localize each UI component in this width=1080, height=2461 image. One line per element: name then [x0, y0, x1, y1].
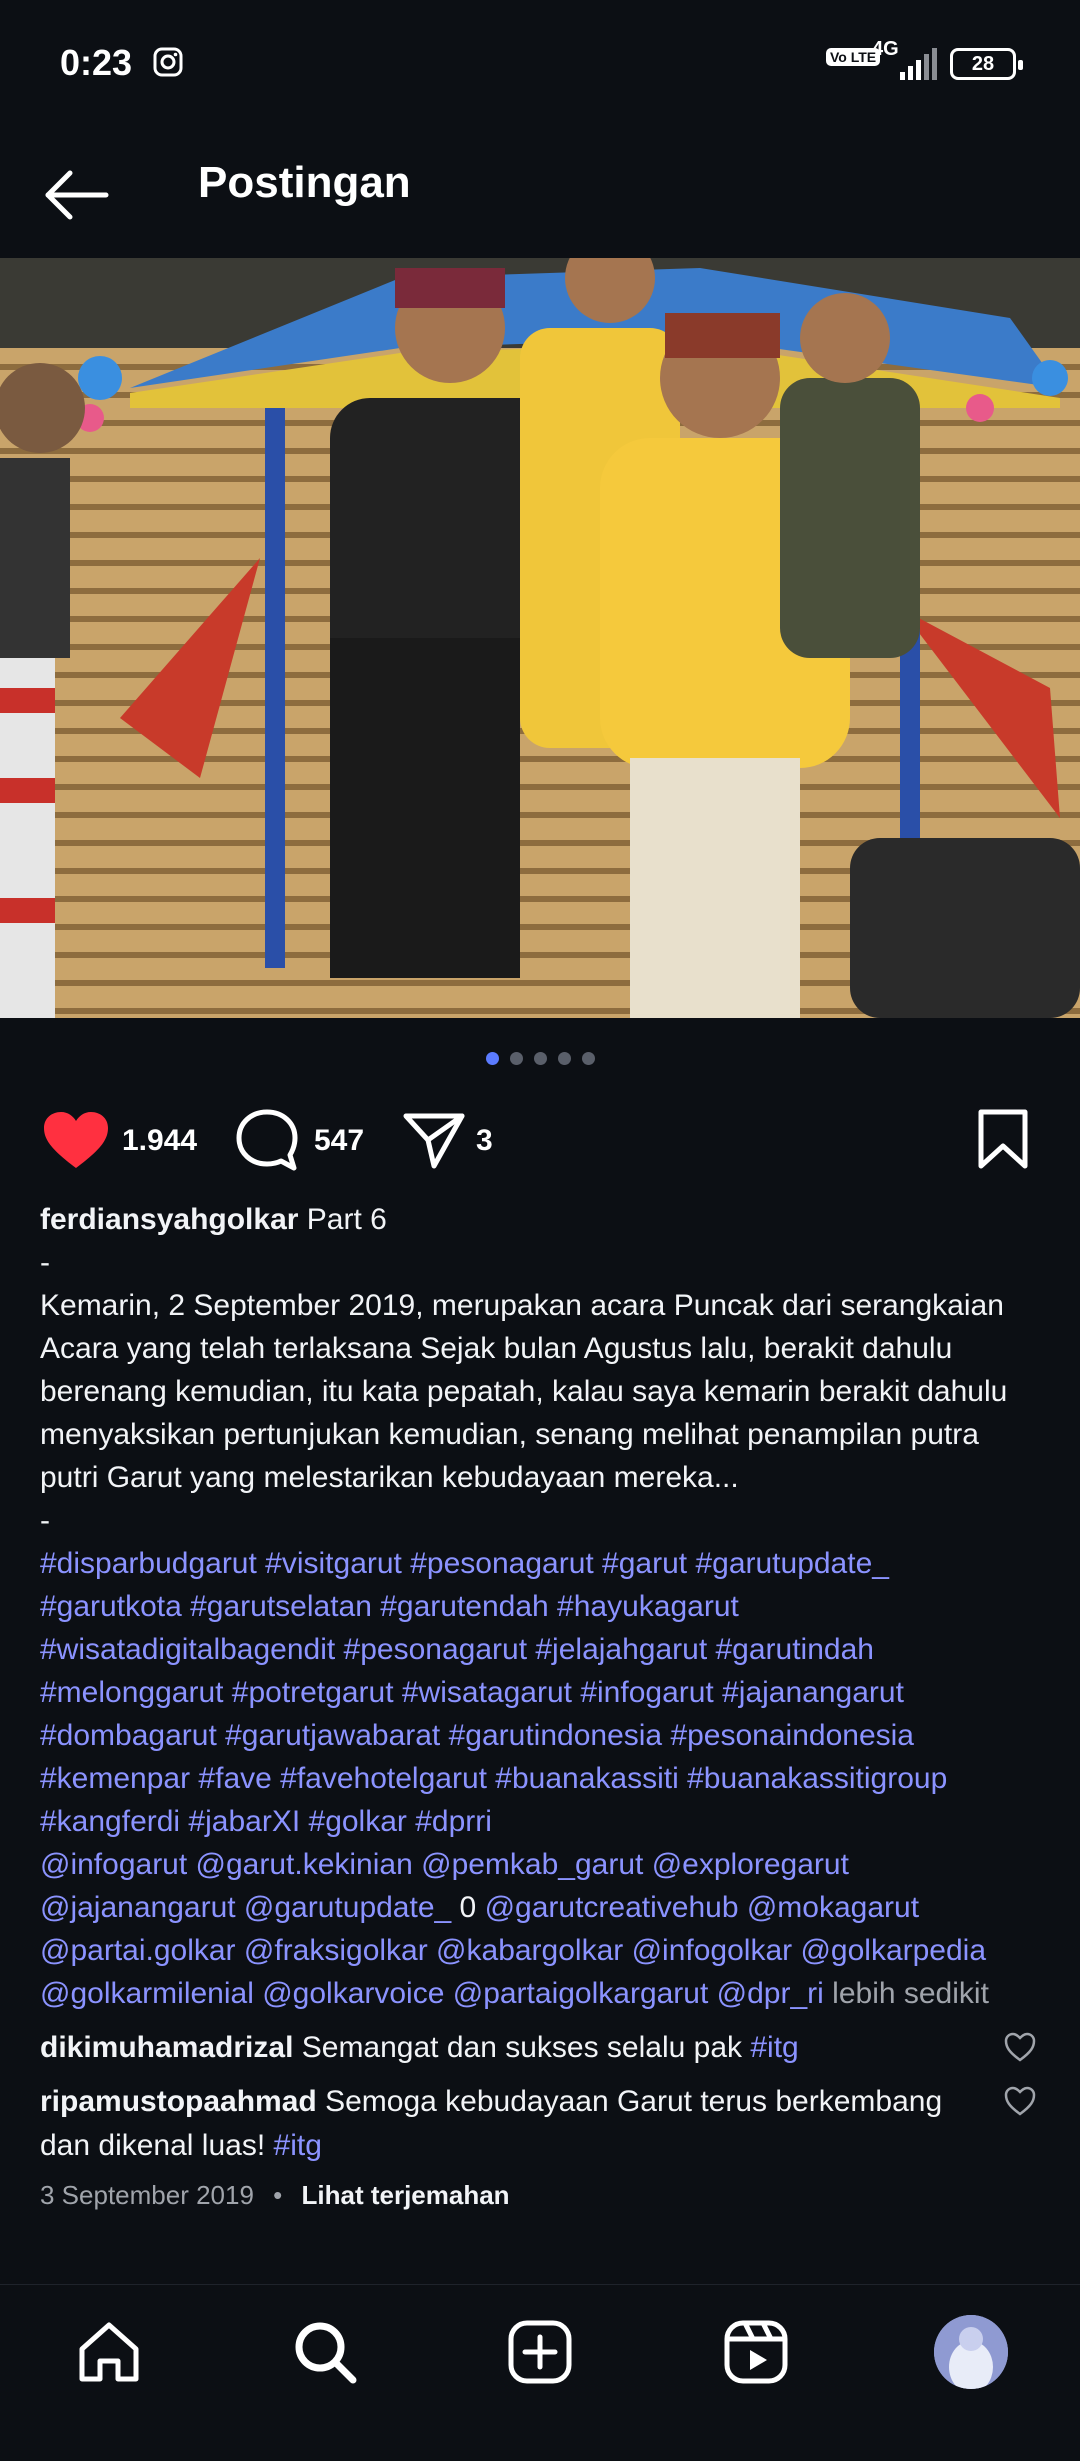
status-bar: 0:23 Vo LTE 4G 28 [0, 0, 1080, 130]
top-bar: Postingan [0, 130, 1080, 260]
profile-avatar[interactable] [934, 2315, 1008, 2389]
avatar-image [934, 2315, 1008, 2389]
hashtag-line[interactable]: #melonggarut #potretgarut #wisatagarut #… [40, 1671, 1050, 1714]
comment-text: Semoga kebudayaan Garut terus berkembang [325, 2085, 943, 2118]
post-caption: ferdiansyahgolkar Part 6 - Kemarin, 2 Se… [40, 1198, 1050, 2015]
caption-username[interactable]: ferdiansyahgolkar [40, 1203, 298, 1236]
translate-link[interactable]: Lihat terjemahan [302, 2180, 510, 2210]
caption-first-line: Part 6 [306, 1203, 387, 1236]
caption-body-line: berenang kemudian, itu kata pepatah, kal… [40, 1375, 1008, 1408]
hashtag-line[interactable]: #kemenpar #fave #favehotelgarut #buanaka… [40, 1757, 1050, 1800]
status-time: 0:23 [60, 42, 133, 83]
hashtag-line[interactable]: #wisatadigitalbagendit #pesonagarut #jel… [40, 1628, 1050, 1671]
post-photo-illustration [0, 258, 1080, 1018]
post-actions: 1.944 547 3 [0, 1100, 1080, 1180]
comment-icon[interactable] [234, 1108, 300, 1172]
share-count[interactable]: 3 [476, 1124, 493, 1158]
hashtag-line[interactable]: #garutkota #garutselatan #garutendah #ha… [40, 1585, 1050, 1628]
caption-dash: - [40, 1246, 50, 1279]
carousel-indicator [0, 1052, 1080, 1072]
network-type: 4G [872, 38, 899, 60]
caption-body-line: Acara yang telah terlaksana Sejak bulan … [40, 1332, 953, 1365]
mention-line: @golkarmilenial @golkarvoice @partaigolk… [40, 1972, 1050, 2015]
like-count[interactable]: 1.944 [122, 1124, 197, 1158]
comment-username[interactable]: dikimuhamadrizal [40, 2031, 293, 2064]
mention-group[interactable]: @jajanangarut @garutupdate_ [40, 1891, 451, 1924]
heart-outline-icon[interactable] [1004, 2032, 1036, 2062]
battery-level: 28 [971, 53, 995, 75]
comment-hashtag[interactable]: #itg [274, 2129, 322, 2162]
search-icon[interactable] [290, 2317, 360, 2387]
caption-body-line: Kemarin, 2 September 2019, merupakan aca… [40, 1289, 1004, 1322]
mention-line[interactable]: @infogarut @garut.kekinian @pemkab_garut… [40, 1843, 1050, 1886]
mention-group[interactable]: @garutcreativehub @mokagarut [485, 1891, 919, 1924]
comment-hashtag[interactable]: #itg [750, 2031, 798, 2064]
hashtag-line[interactable]: #disparbudgarut #visitgarut #pesonagarut… [40, 1542, 1050, 1585]
reels-icon[interactable] [721, 2317, 791, 2387]
caption-header: ferdiansyahgolkar Part 6 [40, 1198, 1050, 1241]
caption-zero: 0 [459, 1891, 477, 1924]
meta-separator: • [273, 2180, 283, 2210]
carousel-dot [558, 1052, 571, 1065]
create-icon[interactable] [505, 2317, 575, 2387]
mention-line: @jajanangarut @garutupdate_ 0 @garutcrea… [40, 1886, 1050, 1929]
comment-item: ripamustopaahmad Semoga kebudayaan Garut… [40, 2080, 1000, 2168]
arrow-left-icon[interactable] [40, 160, 120, 230]
comment-count[interactable]: 547 [314, 1124, 364, 1158]
carousel-dot [534, 1052, 547, 1065]
page-title: Postingan [198, 158, 411, 207]
mention-line[interactable]: @partai.golkar @fraksigolkar @kabargolka… [40, 1929, 1050, 1972]
bookmark-icon[interactable] [976, 1108, 1030, 1170]
instagram-icon [153, 47, 183, 77]
carousel-dot [510, 1052, 523, 1065]
bottom-nav [0, 2284, 1080, 2461]
caption-body-line: putri Garut yang melestarikan kebudayaan… [40, 1461, 739, 1494]
hashtag-line[interactable]: #dombagarut #garutjawabarat #garutindone… [40, 1714, 1050, 1757]
post-date: 3 September 2019 [40, 2180, 254, 2210]
less-link[interactable]: lebih sedikit [832, 1977, 989, 2010]
caption-body-line: menyaksikan pertunjukan kemudian, senang… [40, 1418, 979, 1451]
carousel-dot-active [486, 1052, 499, 1065]
comment-text: dan dikenal luas! [40, 2129, 266, 2162]
home-icon[interactable] [74, 2317, 144, 2387]
post-image[interactable] [0, 258, 1080, 1018]
battery-icon: 28 [950, 48, 1023, 80]
hashtag-line[interactable]: #kangferdi #jabarXI #golkar #dprri [40, 1800, 1050, 1843]
comment-text: Semangat dan sukses selalu pak [301, 2031, 743, 2064]
mention-group[interactable]: @golkarmilenial @golkarvoice @partaigolk… [40, 1977, 824, 2010]
heart-icon[interactable] [42, 1110, 110, 1170]
heart-outline-icon[interactable] [1004, 2086, 1036, 2116]
comment-item: dikimuhamadrizal Semangat dan sukses sel… [40, 2026, 1000, 2070]
carousel-dot [582, 1052, 595, 1065]
comment-username[interactable]: ripamustopaahmad [40, 2085, 317, 2118]
post-meta: 3 September 2019 • Lihat terjemahan [40, 2180, 510, 2211]
caption-dash: - [40, 1504, 50, 1537]
share-icon[interactable] [402, 1110, 466, 1170]
